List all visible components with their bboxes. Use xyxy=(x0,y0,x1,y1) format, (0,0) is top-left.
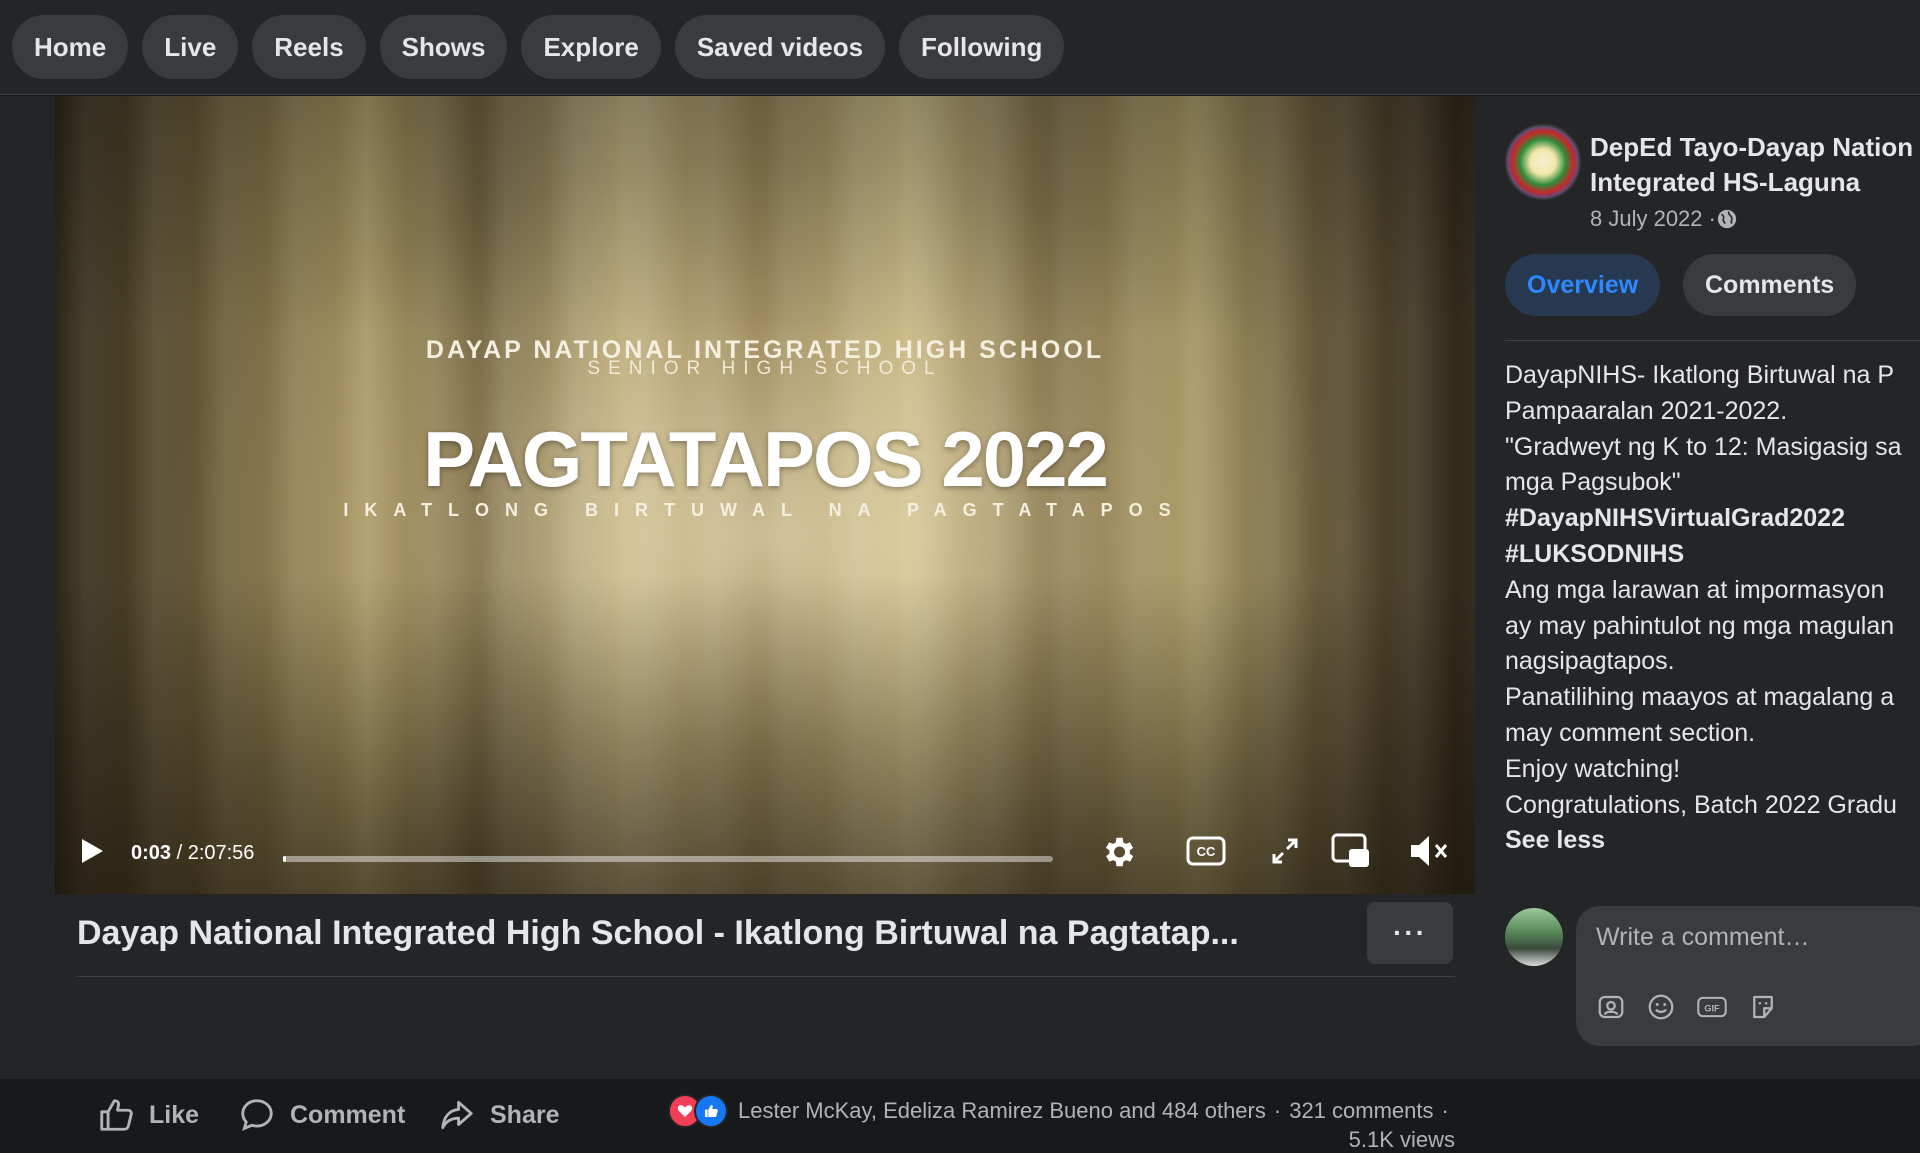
comment-composer: GIF xyxy=(1576,906,1920,1046)
share-label: Share xyxy=(490,1100,560,1129)
like-label: Like xyxy=(149,1100,200,1129)
nav-tab-home[interactable]: Home xyxy=(12,15,129,79)
comment-button[interactable]: Comment xyxy=(238,1096,405,1134)
like-button[interactable]: Like xyxy=(97,1096,199,1134)
more-options-button[interactable]: ··· xyxy=(1367,902,1453,964)
description-line: Enjoy watching! xyxy=(1505,754,1681,783)
see-less-link[interactable]: See less xyxy=(1505,823,1920,859)
views-count: 5.1K views xyxy=(1348,1127,1455,1152)
fullscreen-icon[interactable] xyxy=(1268,834,1302,868)
tab-overview[interactable]: Overview xyxy=(1505,254,1661,316)
video-progress-bar[interactable] xyxy=(283,856,1053,862)
description-line: Ang mga larawan at impormasyon xyxy=(1505,575,1885,604)
video-progress-fill xyxy=(283,856,287,862)
video-controls: 0:03 / 2:07:56 CC xyxy=(55,804,1475,894)
nav-tab-live[interactable]: Live xyxy=(142,15,239,79)
hashtag-link[interactable]: #DayapNIHSVirtualGrad2022 xyxy=(1505,501,1920,537)
description-line: "Gradweyt ng K to 12: Masigasig sa xyxy=(1505,432,1902,461)
thumbs-up-icon xyxy=(97,1096,135,1134)
page-name-line-2: Integrated HS-Laguna xyxy=(1590,167,1861,197)
post-date[interactable]: 8 July 2022 · xyxy=(1590,206,1738,232)
comment-bubble-icon xyxy=(238,1096,276,1134)
closed-captions-icon[interactable]: CC xyxy=(1185,834,1227,868)
nav-tab-explore[interactable]: Explore xyxy=(521,15,661,79)
video-column: DAYAP NATIONAL INTEGRATED HIGH SCHOOL SE… xyxy=(0,96,1478,1152)
nav-tab-saved-videos[interactable]: Saved videos xyxy=(674,15,886,79)
globe-icon xyxy=(1716,208,1738,230)
top-nav: Home Live Reels Shows Explore Saved vide… xyxy=(0,0,1920,95)
page-name-line-1: DepEd Tayo-Dayap Nation xyxy=(1590,132,1914,162)
comments-separator: · xyxy=(1441,1098,1449,1123)
like-reaction-icon xyxy=(694,1094,728,1128)
video-school-division: SENIOR HIGH SCHOOL xyxy=(587,358,943,379)
share-button[interactable]: Share xyxy=(438,1096,559,1134)
video-time: 0:03 / 2:07:56 xyxy=(131,842,255,864)
emoji-icon[interactable] xyxy=(1646,992,1676,1022)
nav-tab-shows[interactable]: Shows xyxy=(379,15,508,79)
hashtag-link[interactable]: #LUKSODNIHS xyxy=(1505,537,1920,573)
gif-icon[interactable]: GIF xyxy=(1696,992,1728,1022)
muted-volume-icon[interactable] xyxy=(1407,832,1451,870)
video-player[interactable]: DAYAP NATIONAL INTEGRATED HIGH SCHOOL SE… xyxy=(55,96,1475,894)
sticker-icon[interactable] xyxy=(1748,992,1778,1022)
user-avatar[interactable] xyxy=(1505,908,1563,966)
reactions-separator: · xyxy=(1273,1098,1282,1123)
reactions-text: Lester McKay, Edeliza Ramirez Bueno and … xyxy=(738,1098,1266,1123)
post-title: Dayap National Integrated High School - … xyxy=(77,914,1239,952)
page-name[interactable]: DepEd Tayo-Dayap Nation Integrated HS-La… xyxy=(1590,130,1920,200)
description-line: Congratulations, Batch 2022 Gradu xyxy=(1505,790,1897,819)
settings-gear-icon[interactable] xyxy=(1098,832,1138,872)
description-line: Pampaaralan 2021-2022. xyxy=(1505,396,1788,425)
description-line: nagsipagtapos. xyxy=(1505,647,1675,676)
comment-tools: GIF xyxy=(1596,992,1778,1022)
video-subline: IKATLONG BIRTUWAL NA PAGTATAPOS xyxy=(343,500,1187,520)
description-line: DayapNIHS- Ikatlong Birtuwal na P xyxy=(1505,361,1895,389)
comment-label: Comment xyxy=(290,1100,406,1129)
details-divider xyxy=(1505,340,1920,341)
comment-input[interactable] xyxy=(1594,922,1918,953)
post-divider xyxy=(77,976,1455,977)
description-line: ay may pahintulot ng mga magulan xyxy=(1505,611,1895,640)
svg-text:CC: CC xyxy=(1197,844,1216,859)
picture-in-picture-icon[interactable] xyxy=(1330,832,1372,870)
post-description: DayapNIHS- Ikatlong Birtuwal na P Pampaa… xyxy=(1505,358,1920,859)
nav-tab-following[interactable]: Following xyxy=(899,15,1065,79)
description-line: mga Pagsubok" xyxy=(1505,468,1681,497)
avatar-sticker-icon[interactable] xyxy=(1596,992,1626,1022)
page-avatar[interactable] xyxy=(1505,124,1581,200)
video-headline: PAGTATAPOS 2022 xyxy=(423,415,1109,503)
reactions-summary[interactable]: Lester McKay, Edeliza Ramirez Bueno and … xyxy=(668,1094,1449,1128)
svg-text:GIF: GIF xyxy=(1704,1004,1720,1014)
post-date-text: 8 July 2022 · xyxy=(1590,206,1716,231)
share-arrow-icon xyxy=(438,1096,476,1134)
tab-comments[interactable]: Comments xyxy=(1683,254,1857,316)
description-line: Panatilihing maayos at magalang a xyxy=(1505,683,1895,712)
play-icon[interactable] xyxy=(77,836,107,866)
description-line: may comment section. xyxy=(1505,718,1756,747)
nav-tab-reels[interactable]: Reels xyxy=(252,15,366,79)
comments-count[interactable]: 321 comments xyxy=(1289,1098,1433,1124)
details-panel: DepEd Tayo-Dayap Nation Integrated HS-La… xyxy=(1478,96,1920,1079)
